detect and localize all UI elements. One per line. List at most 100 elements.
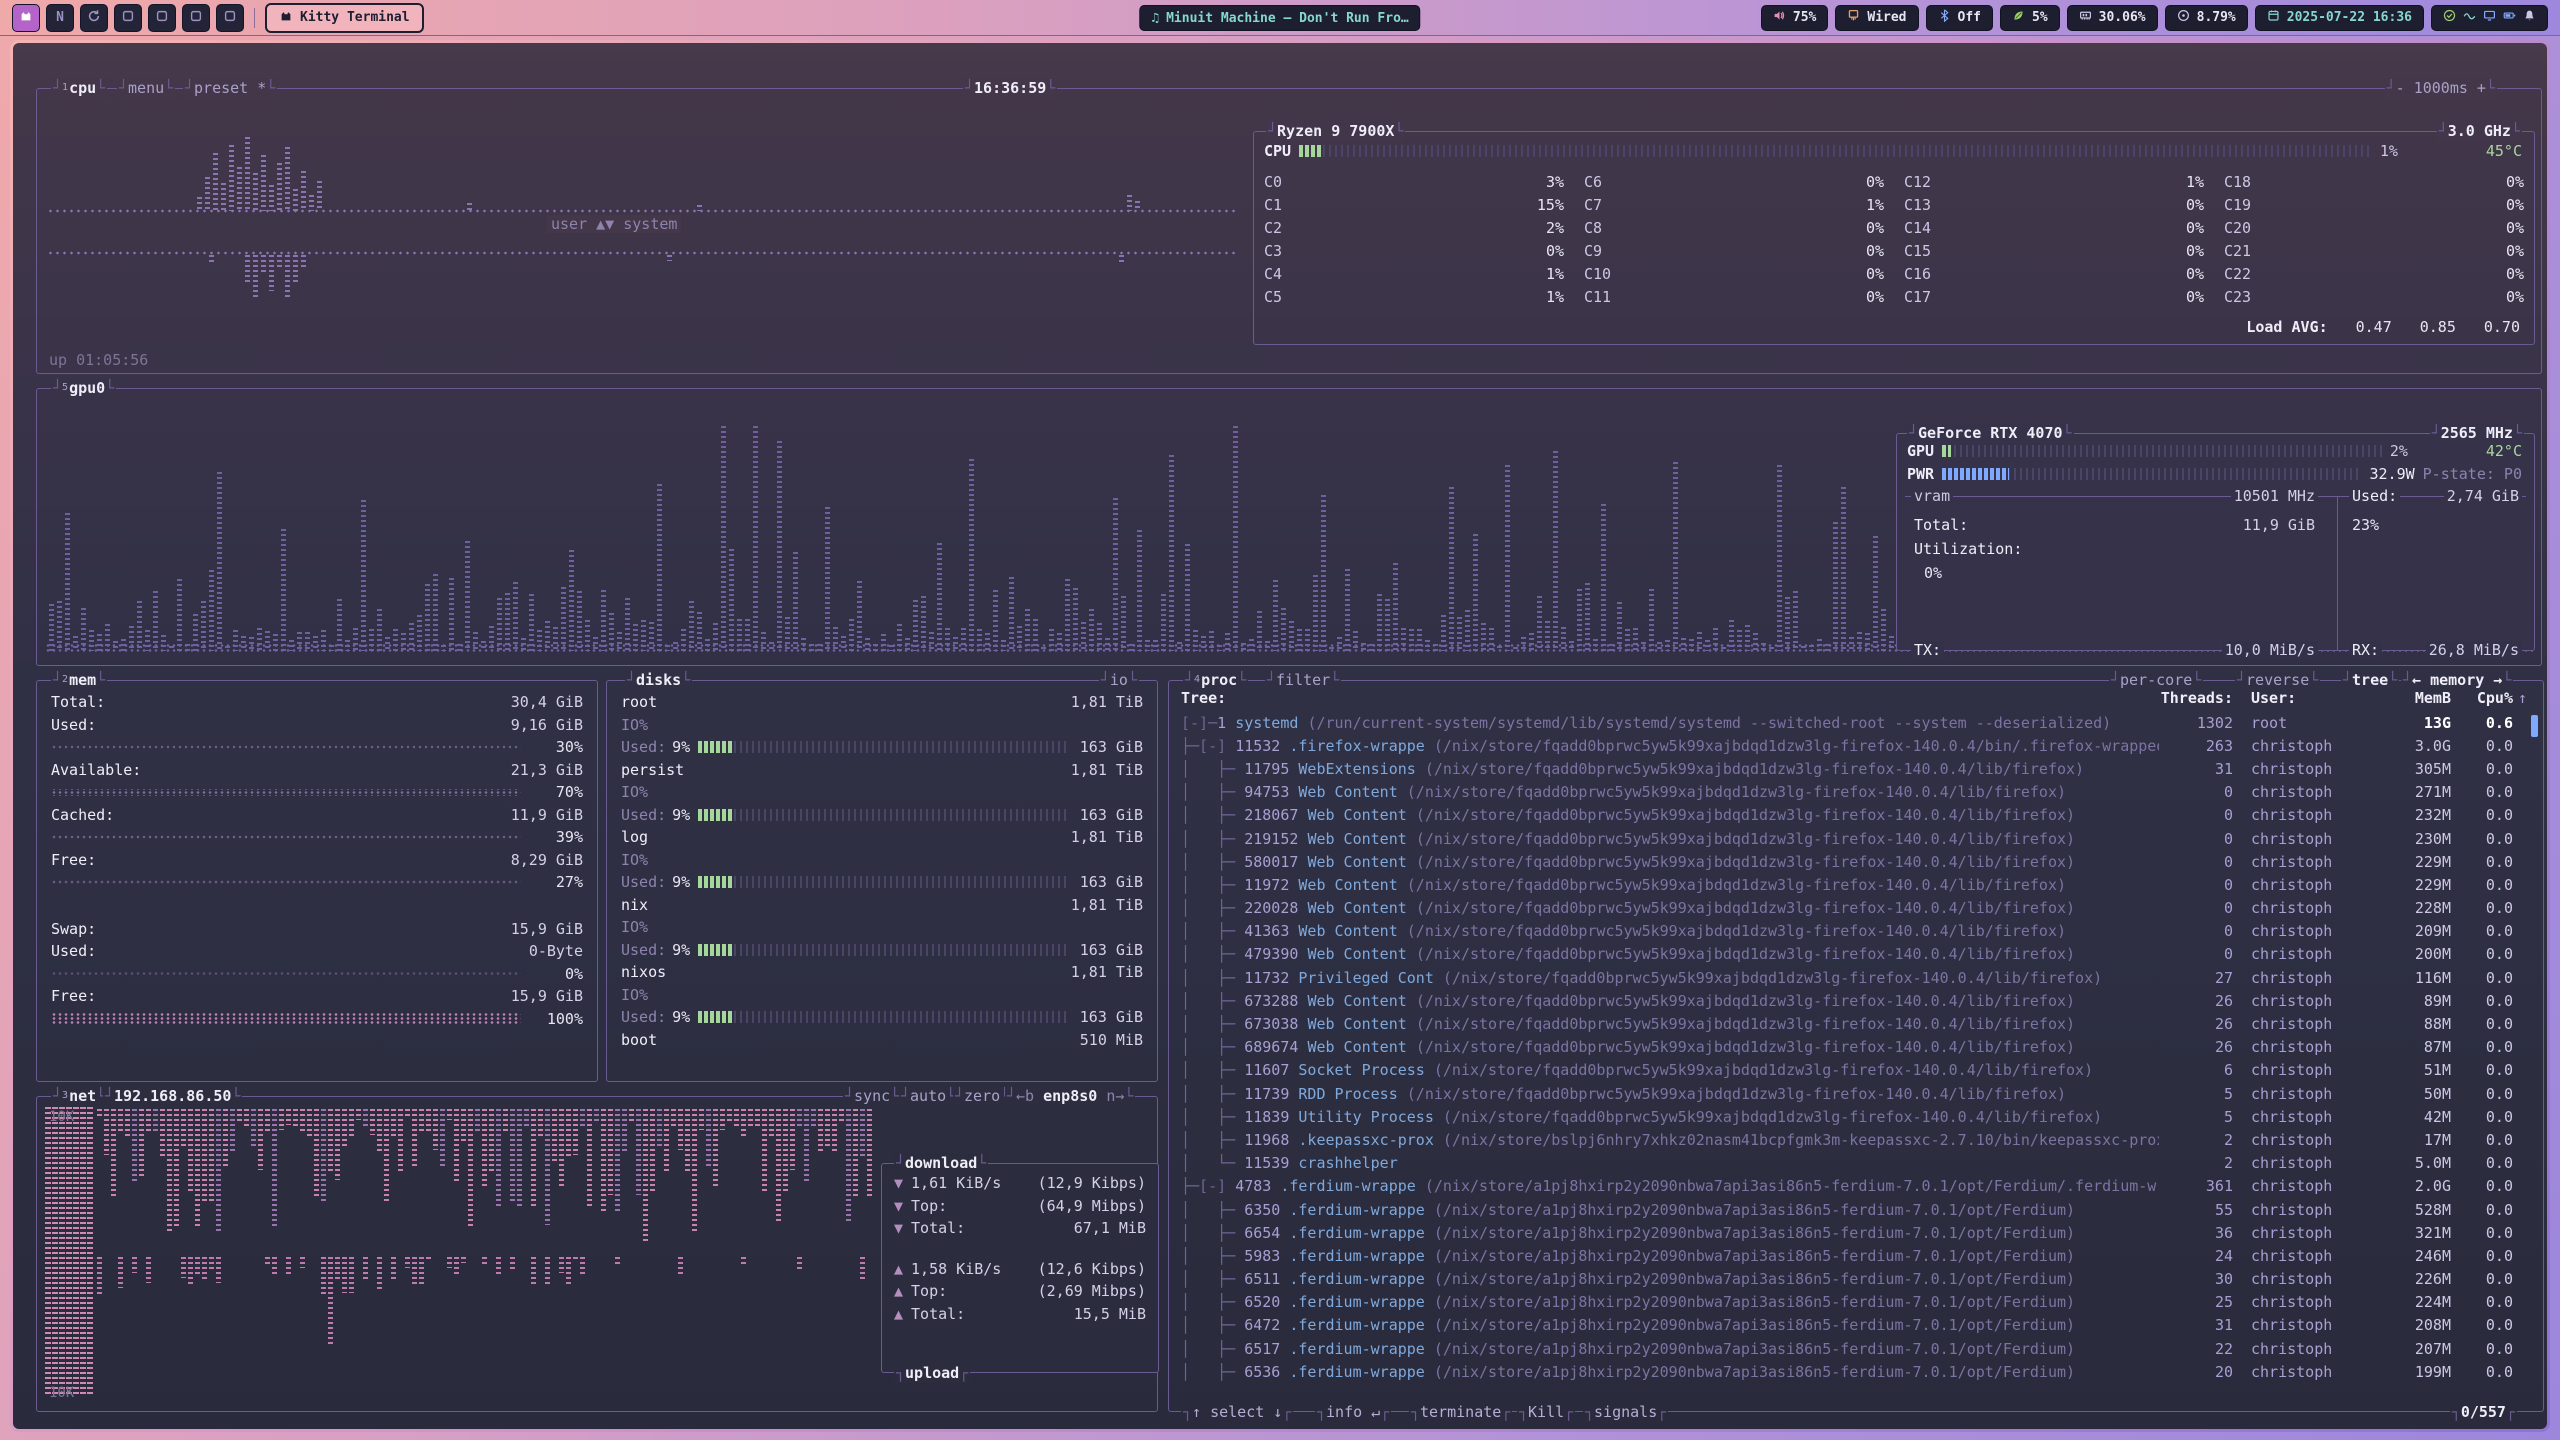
graph-column: [261, 155, 266, 211]
graph-column: [1473, 534, 1478, 651]
process-row[interactable]: │ ├─ 219152 Web Content (/nix/store/fqad…: [1181, 827, 2513, 850]
graph-column: [153, 1109, 158, 1133]
graph-column: [440, 1109, 445, 1169]
disk-io-row: IO%: [621, 916, 1143, 939]
process-row[interactable]: │ ├─ 94753 Web Content (/nix/store/fqadd…: [1181, 781, 2513, 804]
clock-widget[interactable]: 2025-07-22 16:36: [2255, 5, 2424, 31]
workspace-refresh[interactable]: [80, 4, 108, 32]
process-table-header[interactable]: Tree: Threads: User: MemB Cpu%: [1181, 687, 2513, 709]
music-widget[interactable]: ♫ Minuit Machine – Don't Run Fro…: [1139, 5, 1420, 31]
workspace-nix[interactable]: N: [46, 4, 74, 32]
bluetooth-widget[interactable]: Off: [1926, 5, 1993, 31]
graph-column: [1337, 637, 1342, 651]
cpu-widget[interactable]: 5%: [2000, 5, 2060, 31]
process-row[interactable]: │ ├─ 11795 WebExtensions (/nix/store/fqa…: [1181, 757, 2513, 780]
process-row[interactable]: │ ├─ 11739 RDD Process (/nix/store/fqadd…: [1181, 1082, 2513, 1105]
update-interval-control[interactable]: - 1000ms +: [2385, 78, 2497, 98]
process-row[interactable]: │ ├─ 6472 .ferdium-wrappe (/nix/store/a1…: [1181, 1314, 2513, 1337]
process-row[interactable]: │ ├─ 673038 Web Content (/nix/store/fqad…: [1181, 1012, 2513, 1035]
graph-column: [417, 615, 422, 651]
terminal-window: 1cpu menu preset * 16:36:59 - 1000ms + u…: [10, 40, 2550, 1432]
process-row[interactable]: │ ├─ 6654 .ferdium-wrappe (/nix/store/a1…: [1181, 1221, 2513, 1244]
graph-column: [293, 255, 298, 283]
workspace-6[interactable]: [182, 4, 210, 32]
volume-widget[interactable]: 75%: [1761, 5, 1828, 31]
zero-toggle[interactable]: zero: [953, 1086, 1011, 1106]
workspace-4[interactable]: [114, 4, 142, 32]
process-row[interactable]: ├─[-] 4783 .ferdium-wrappe (/nix/store/a…: [1181, 1175, 2513, 1198]
graph-column: [1657, 642, 1662, 651]
graph-column: [209, 1257, 214, 1271]
graph-column: [559, 1109, 564, 1187]
menu-button[interactable]: menu: [117, 78, 175, 98]
graph-column: [1529, 633, 1534, 651]
sort-direction-icon[interactable]: ↑: [2518, 689, 2527, 707]
scrollbar-thumb[interactable]: [2531, 715, 2538, 737]
preset-button[interactable]: preset *: [183, 78, 277, 98]
vram-used-pct: 23%: [2349, 516, 2382, 534]
signals-key[interactable]: signals: [1583, 1402, 1668, 1422]
interface-selector[interactable]: ←b enp8s0 n→: [1005, 1086, 1135, 1106]
terminate-key[interactable]: terminate: [1409, 1402, 1512, 1422]
graph-column: [216, 1109, 221, 1233]
graph-column: [833, 627, 838, 651]
core-usage-row: C90%: [1584, 239, 1884, 262]
graph-column: [188, 1109, 193, 1192]
graph-column: [118, 1257, 123, 1288]
process-row[interactable]: │ ├─ 689674 Web Content (/nix/store/fqad…: [1181, 1036, 2513, 1059]
kill-key[interactable]: Kill: [1517, 1402, 1575, 1422]
process-row[interactable]: │ └─ 11539 crashhelper 2christoph5.0M0.0: [1181, 1152, 2513, 1175]
process-row[interactable]: │ ├─ 220028 Web Content (/nix/store/fqad…: [1181, 897, 2513, 920]
graph-column: [335, 1109, 340, 1180]
nix-icon: N: [56, 10, 64, 25]
cpu-box-title: 1cpu: [51, 78, 107, 98]
process-row[interactable]: │ ├─ 6520 .ferdium-wrappe (/nix/store/a1…: [1181, 1291, 2513, 1314]
process-row[interactable]: │ ├─ 6517 .ferdium-wrappe (/nix/store/a1…: [1181, 1337, 2513, 1360]
graph-column: [849, 619, 854, 651]
mem-stat-row: Available:21,3 GiB: [51, 759, 583, 782]
process-row[interactable]: ├─[-] 11532 .firefox-wrappe (/nix/store/…: [1181, 734, 2513, 757]
info-key[interactable]: info ↵: [1315, 1402, 1391, 1422]
process-row[interactable]: │ ├─ 673288 Web Content (/nix/store/fqad…: [1181, 989, 2513, 1012]
core-usage-row: C210%: [2224, 239, 2524, 262]
process-row[interactable]: │ ├─ 6536 .ferdium-wrappe (/nix/store/a1…: [1181, 1360, 2513, 1383]
graph-column: [1241, 643, 1246, 651]
cpu-core-panel: Ryzen 9 7900X 3.0 GHz CPU 1% 45°C C03%C1…: [1253, 131, 2535, 345]
graph-column: [104, 1109, 109, 1155]
disk-value: 8.79%: [2197, 10, 2236, 25]
process-row[interactable]: │ ├─ 6350 .ferdium-wrappe (/nix/store/a1…: [1181, 1198, 2513, 1221]
workspace-terminal[interactable]: [12, 4, 40, 32]
process-row[interactable]: [-]─1 systemd (/run/current-system/syste…: [1181, 711, 2513, 734]
process-row[interactable]: │ ├─ 580017 Web Content (/nix/store/fqad…: [1181, 850, 2513, 873]
network-widget[interactable]: Wired: [1835, 5, 1918, 31]
auto-toggle[interactable]: auto: [899, 1086, 957, 1106]
process-row[interactable]: │ ├─ 11732 Privileged Cont (/nix/store/f…: [1181, 966, 2513, 989]
process-row[interactable]: │ ├─ 11968 .keepassxc-prox (/nix/store/b…: [1181, 1128, 2513, 1151]
process-row[interactable]: │ ├─ 41363 Web Content (/nix/store/fqadd…: [1181, 920, 2513, 943]
process-row[interactable]: │ ├─ 11607 Socket Process (/nix/store/fq…: [1181, 1059, 2513, 1082]
graph-column: [1761, 643, 1766, 651]
graph-column: [1409, 629, 1414, 651]
process-row[interactable]: │ ├─ 11839 Utility Process (/nix/store/f…: [1181, 1105, 2513, 1128]
process-row[interactable]: │ ├─ 11972 Web Content (/nix/store/fqadd…: [1181, 873, 2513, 896]
kitty-terminal-tab[interactable]: Kitty Terminal: [265, 3, 424, 33]
tray-widget[interactable]: [2431, 5, 2548, 31]
process-row[interactable]: │ ├─ 218067 Web Content (/nix/store/fqad…: [1181, 804, 2513, 827]
disk-widget[interactable]: 8.79%: [2165, 5, 2248, 31]
workspace-5[interactable]: [148, 4, 176, 32]
graph-column: [580, 1257, 585, 1276]
core-usage-row: C170%: [1904, 285, 2204, 308]
process-row[interactable]: │ ├─ 479390 Web Content (/nix/store/fqad…: [1181, 943, 2513, 966]
process-row[interactable]: │ ├─ 6511 .ferdium-wrappe (/nix/store/a1…: [1181, 1268, 2513, 1291]
graph-column: [209, 1109, 214, 1202]
process-row[interactable]: │ ├─ 5983 .ferdium-wrappe (/nix/store/a1…: [1181, 1244, 2513, 1267]
disk-icon: [2177, 9, 2190, 26]
select-keys[interactable]: ↑ select ↓: [1181, 1402, 1293, 1422]
memory-widget[interactable]: 30.06%: [2067, 5, 2158, 31]
graph-column: [569, 550, 574, 651]
sync-toggle[interactable]: sync: [843, 1086, 901, 1106]
io-mode-toggle[interactable]: io: [1099, 670, 1139, 690]
speaker-icon: [1773, 9, 1786, 26]
workspace-7[interactable]: [216, 4, 244, 32]
graph-column: [132, 1109, 137, 1182]
